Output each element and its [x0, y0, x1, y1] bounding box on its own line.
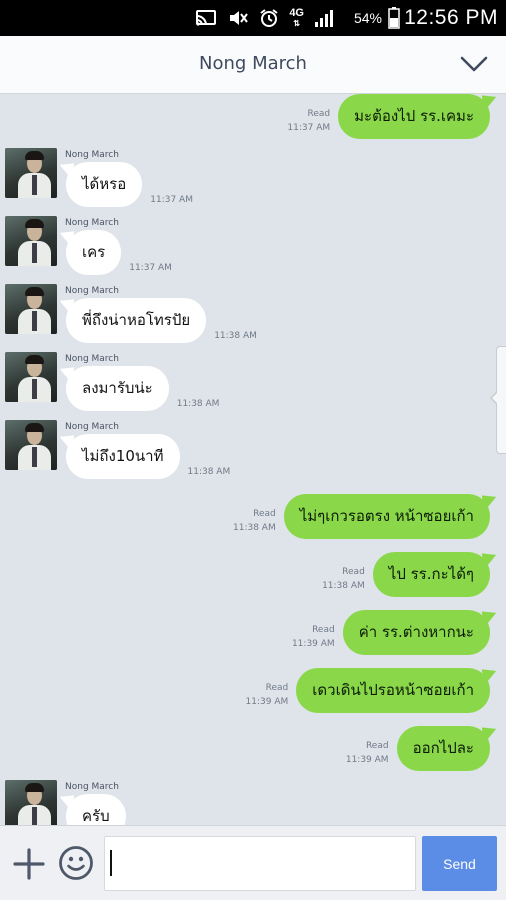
- message-meta: Read 11:39 AM: [346, 739, 389, 767]
- message-bubble[interactable]: มะต้องไป รร.เคมะ: [338, 94, 490, 139]
- message-meta: Read 11:38 AM: [322, 565, 365, 593]
- message-bubble[interactable]: เคร: [66, 230, 122, 275]
- message-bubble[interactable]: ครับ: [66, 794, 126, 825]
- avatar[interactable]: [5, 420, 57, 470]
- message-bubble[interactable]: พี่ถึงน่าหอโทรปัย: [66, 298, 207, 343]
- message-incoming[interactable]: Nong March เคร 11:37 AM: [5, 216, 172, 275]
- chat-messages[interactable]: Read 11:37 AM มะต้องไป รร.เคมะ Nong Marc…: [0, 94, 506, 825]
- message-input-bar: Send: [0, 825, 506, 900]
- chat-header: Nong March: [0, 36, 506, 94]
- message-time: 11:38 AM: [214, 331, 257, 341]
- mute-icon: [230, 11, 249, 25]
- message-meta: Read 11:38 AM: [233, 507, 276, 535]
- status-icons: 4G ⇅: [195, 7, 336, 29]
- message-meta: Read 11:39 AM: [292, 623, 335, 651]
- read-receipt: Read: [307, 109, 331, 119]
- clock: 12:56 PM: [404, 6, 498, 29]
- message-meta: Read 11:37 AM: [287, 107, 330, 135]
- message-input[interactable]: [104, 836, 416, 891]
- message-time: 11:39 AM: [345, 755, 389, 765]
- message-bubble[interactable]: ลงมารับน่ะ: [66, 366, 169, 411]
- emoji-icon[interactable]: [58, 845, 94, 881]
- message-bubble[interactable]: ออกไปละ: [396, 726, 490, 771]
- avatar[interactable]: [5, 284, 57, 334]
- message-bubble[interactable]: ไม่ถึง10นาที: [66, 434, 180, 479]
- message-bubble[interactable]: ค่า รร.ต่างหากนะ: [342, 610, 490, 655]
- message-time: 11:38 AM: [322, 581, 365, 591]
- message-incoming[interactable]: Nong March ลงมารับน่ะ 11:38 AM: [5, 352, 219, 411]
- message-outgoing[interactable]: Read 11:39 AM เดวเดินไปรอหน้าซอยเก้า: [246, 668, 490, 713]
- read-receipt: Read: [265, 683, 289, 693]
- side-drawer-handle[interactable]: [490, 346, 506, 454]
- message-outgoing[interactable]: Read 11:39 AM ค่า รร.ต่างหากนะ: [292, 610, 490, 655]
- avatar[interactable]: [5, 148, 57, 198]
- message-outgoing[interactable]: Read 11:38 AM ไม่ๆเกวรอตรง หน้าซอยเก้า: [233, 494, 490, 539]
- message-time: 11:39 AM: [291, 639, 335, 649]
- message-time: 11:38 AM: [233, 523, 276, 533]
- message-bubble[interactable]: ได้หรอ: [66, 162, 143, 207]
- battery-icon: [388, 7, 400, 29]
- cast-icon: [196, 10, 217, 26]
- plus-icon[interactable]: [12, 847, 46, 881]
- avatar[interactable]: [5, 352, 57, 402]
- read-receipt: Read: [253, 509, 276, 519]
- message-time: 11:39 AM: [245, 697, 289, 707]
- send-button[interactable]: Send: [422, 836, 497, 891]
- network-type-label: 4G: [289, 6, 304, 19]
- text-caret: [110, 850, 112, 876]
- message-bubble[interactable]: เดวเดินไปรอหน้าซอยเก้า: [296, 668, 490, 713]
- network-4g-icon: 4G ⇅: [289, 6, 304, 28]
- message-time: 11:37 AM: [287, 123, 331, 133]
- message-outgoing[interactable]: Read 11:38 AM ไป รร.กะได้ๆ: [322, 552, 490, 597]
- message-meta: Read 11:39 AM: [246, 681, 289, 709]
- battery-percent: 54%: [353, 10, 382, 26]
- sender-name: Nong March: [65, 354, 119, 364]
- message-incoming[interactable]: Nong March ไม่ถึง10นาที 11:38 AM: [5, 420, 230, 479]
- message-bubble[interactable]: ไป รร.กะได้ๆ: [372, 552, 490, 597]
- alarm-icon: [260, 9, 278, 27]
- message-time: 11:37 AM: [150, 195, 193, 205]
- chat-title: Nong March: [199, 53, 307, 74]
- message-incoming[interactable]: Nong March พี่ถึงน่าหอโทรปัย 11:38 AM: [5, 284, 257, 343]
- message-outgoing[interactable]: Read 11:39 AM ออกไปละ: [346, 726, 490, 771]
- message-incoming[interactable]: Nong March ครับ: [5, 780, 126, 825]
- sender-name: Nong March: [65, 422, 119, 432]
- message-outgoing[interactable]: Read 11:37 AM มะต้องไป รร.เคมะ: [287, 94, 490, 139]
- read-receipt: Read: [342, 567, 365, 577]
- sender-name: Nong March: [65, 218, 119, 228]
- avatar[interactable]: [5, 216, 57, 266]
- read-receipt: Read: [312, 625, 335, 635]
- sender-name: Nong March: [65, 782, 119, 792]
- message-bubble[interactable]: ไม่ๆเกวรอตรง หน้าซอยเก้า: [283, 494, 490, 539]
- signal-icon: [315, 10, 333, 27]
- status-bar: 4G ⇅ 54% 12:56 PM: [0, 0, 506, 36]
- message-time: 11:37 AM: [129, 263, 172, 273]
- message-time: 11:38 AM: [187, 467, 231, 477]
- message-incoming[interactable]: Nong March ได้หรอ 11:37 AM: [5, 148, 193, 207]
- chevron-down-icon[interactable]: [460, 54, 488, 74]
- avatar[interactable]: [5, 780, 57, 825]
- sender-name: Nong March: [65, 286, 119, 296]
- sender-name: Nong March: [65, 150, 119, 160]
- message-time: 11:38 AM: [176, 399, 220, 409]
- read-receipt: Read: [365, 741, 389, 751]
